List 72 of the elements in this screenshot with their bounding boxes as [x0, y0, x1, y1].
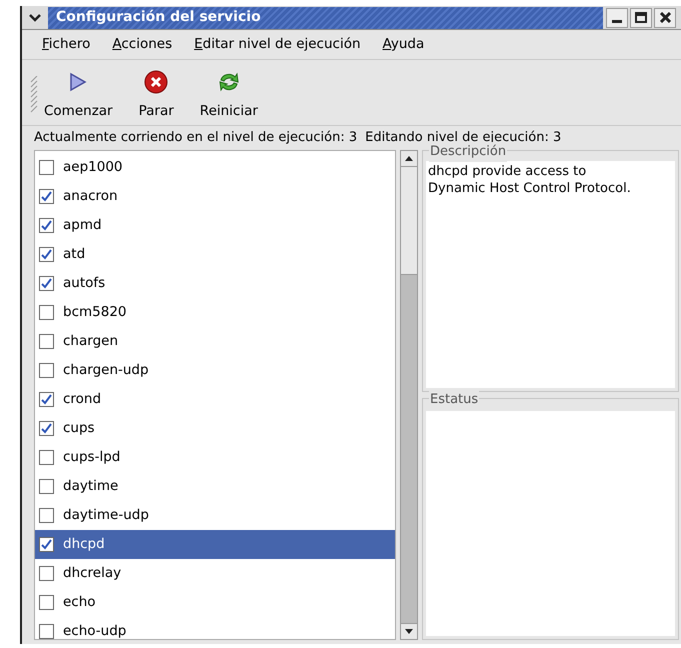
service-name: daytime-udp: [63, 506, 149, 526]
service-name: crond: [63, 390, 102, 410]
checkbox[interactable]: [39, 160, 54, 175]
window-title: Configuración del servicio: [48, 6, 603, 28]
service-row[interactable]: daytime: [35, 472, 395, 501]
service-row[interactable]: chargen-udp: [35, 356, 395, 385]
service-row[interactable]: dhcrelay: [35, 559, 395, 588]
service-name: cups-lpd: [63, 448, 120, 468]
service-row[interactable]: daytime-udp: [35, 501, 395, 530]
close-button[interactable]: [654, 8, 676, 28]
service-row[interactable]: atd: [35, 240, 395, 269]
service-row[interactable]: cups: [35, 414, 395, 443]
service-name: atd: [63, 245, 86, 264]
service-name: dhcrelay: [63, 564, 122, 584]
checkbox[interactable]: [39, 421, 54, 436]
checkbox[interactable]: [39, 537, 54, 552]
service-row[interactable]: aep1000: [35, 153, 395, 182]
scrollbar[interactable]: [400, 150, 418, 640]
service-row[interactable]: echo-udp: [35, 617, 395, 639]
menu-item[interactable]: Fichero: [42, 34, 90, 55]
toolbar-button[interactable]: Comenzar: [38, 68, 119, 121]
service-row[interactable]: apmd: [35, 211, 395, 240]
checkbox[interactable]: [39, 334, 54, 349]
play-icon: [69, 72, 88, 92]
service-name: echo: [63, 593, 96, 612]
maximize-button[interactable]: [630, 8, 652, 28]
checkbox[interactable]: [39, 392, 54, 407]
close-icon: [660, 12, 670, 23]
service-name: anacron: [63, 187, 118, 206]
service-name: echo-udp: [63, 622, 126, 639]
service-name: dhcpd: [63, 535, 105, 554]
service-row[interactable]: bcm5820: [35, 298, 395, 327]
menu-item[interactable]: Editar nivel de ejecución: [194, 34, 361, 55]
current-runlevel-label: Actualmente corriendo en el nivel de ejecución: 3: [34, 129, 358, 148]
service-name: daytime: [63, 477, 118, 496]
checkbox[interactable]: [39, 218, 54, 233]
service-row[interactable]: crond: [35, 385, 395, 414]
checkbox[interactable]: [39, 508, 54, 523]
menu-item[interactable]: Acciones: [112, 34, 172, 55]
service-name: autofs: [63, 274, 106, 294]
minimize-button[interactable]: [606, 8, 628, 28]
service-name: cups: [63, 419, 95, 438]
refresh-icon: [216, 70, 241, 94]
service-row[interactable]: echo: [35, 588, 395, 617]
service-name: chargen: [63, 332, 118, 352]
stop-icon: [144, 70, 168, 94]
checkbox[interactable]: [39, 305, 54, 320]
checkbox[interactable]: [39, 624, 54, 639]
service-name: apmd: [63, 216, 102, 236]
service-name: aep1000: [63, 158, 123, 178]
toolbar-button[interactable]: Parar: [132, 68, 180, 121]
checkbox[interactable]: [39, 276, 54, 291]
checkbox[interactable]: [39, 595, 54, 610]
checkbox[interactable]: [39, 363, 54, 378]
service-row[interactable]: cups-lpd: [35, 443, 395, 472]
service-row[interactable]: chargen: [35, 327, 395, 356]
service-row[interactable]: dhcpd: [35, 530, 395, 559]
description-text: dhcpd provide access to Dynamic Host Control Protocol.: [426, 161, 675, 388]
checkbox[interactable]: [39, 450, 54, 465]
menu-item[interactable]: Ayuda: [382, 34, 424, 55]
checkbox[interactable]: [39, 189, 54, 204]
service-name: bcm5820: [63, 303, 126, 322]
service-name: chargen-udp: [63, 361, 149, 380]
frame-title: Descripción: [429, 142, 508, 162]
service-row[interactable]: anacron: [35, 182, 395, 211]
checkbox[interactable]: [39, 247, 54, 262]
checkbox[interactable]: [39, 479, 54, 494]
toolbar-button[interactable]: Reiniciar: [194, 68, 264, 121]
chevron-down-icon: [29, 14, 41, 22]
scroll-thumb[interactable]: [401, 167, 417, 275]
service-row[interactable]: autofs: [35, 269, 395, 298]
checkbox[interactable]: [39, 566, 54, 581]
